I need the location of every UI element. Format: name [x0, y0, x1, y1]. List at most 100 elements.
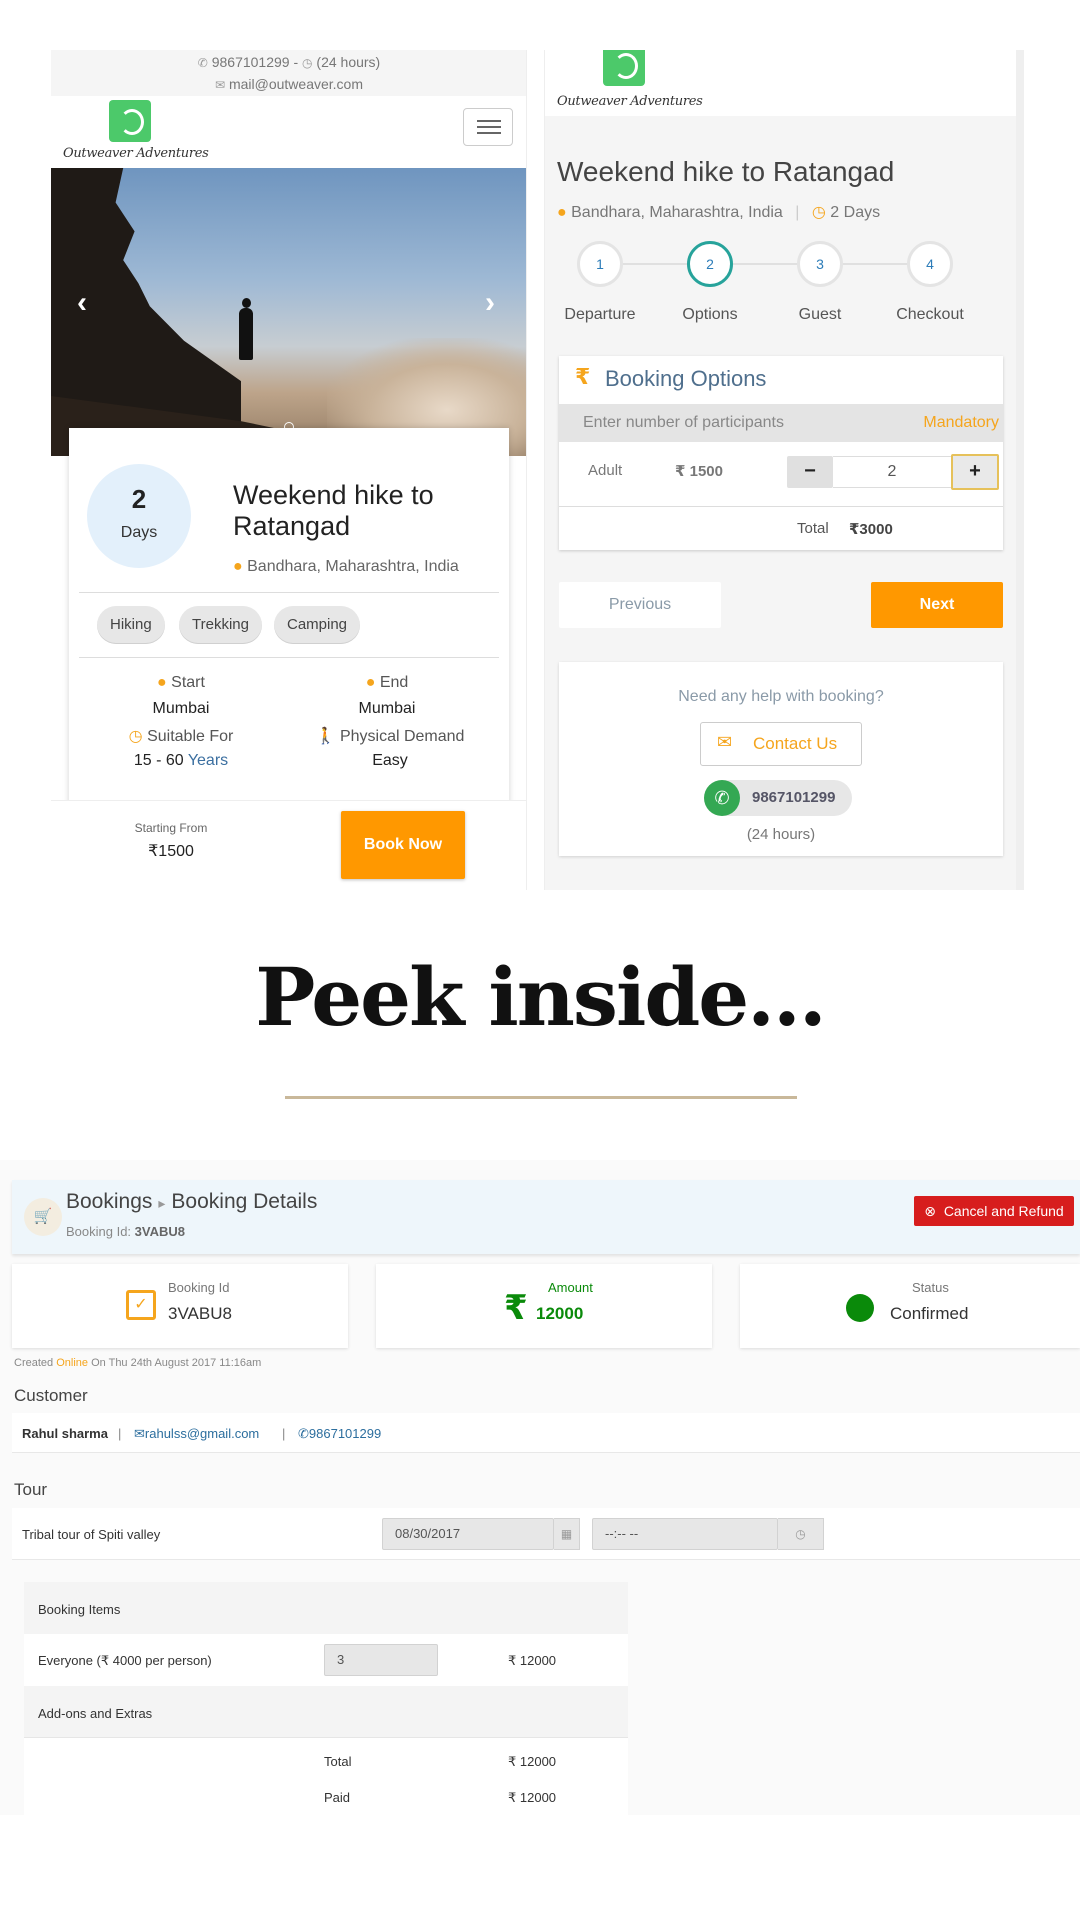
- trip-detail-screen: ✆ 9867101299 - ◷ (24 hours) ✉ mail@outwe…: [51, 50, 527, 890]
- trip-meta: ● Bandhara, Maharashtra, India | ◷ 2 Day…: [557, 204, 881, 221]
- envelope-icon: ✉: [717, 732, 733, 752]
- tag-camping[interactable]: Camping: [274, 606, 361, 644]
- topbar-email: mail@outweaver.com: [228, 76, 363, 92]
- clock-icon: ◷: [811, 204, 826, 221]
- tour-time-input[interactable]: --:-- --: [592, 1518, 778, 1550]
- topbar-hours: (24 hours): [316, 54, 381, 70]
- map-pin-icon: ●: [233, 558, 243, 575]
- hamburger-menu-button[interactable]: [463, 108, 513, 146]
- total-value: ₹ 12000: [508, 1754, 557, 1769]
- contact-us-button[interactable]: ✉ Contact Us: [700, 722, 862, 766]
- calendar-icon[interactable]: ▦: [554, 1518, 580, 1550]
- total-value: ₹3000: [849, 521, 893, 538]
- previous-button[interactable]: Previous: [559, 582, 721, 628]
- mandatory-label: Mandatory: [923, 414, 999, 431]
- trip-location-text: Bandhara, Maharashtra, India: [571, 204, 783, 221]
- duration-badge: 2 Days: [87, 464, 191, 568]
- stat-status: Status Confirmed: [740, 1264, 1080, 1348]
- booking-wizard-screen: Outweaver Adventures Weekend hike to Rat…: [544, 50, 1024, 890]
- customer-phone[interactable]: ✆9867101299: [298, 1426, 381, 1442]
- email-line[interactable]: ✉ mail@outweaver.com: [51, 74, 526, 96]
- admin-header: 🛒 Bookings ▸ Booking Details Booking Id: 3…: [12, 1180, 1080, 1254]
- step-options[interactable]: 2: [687, 241, 733, 287]
- stat-status-label: Status: [912, 1280, 949, 1295]
- book-now-button[interactable]: Book Now: [341, 811, 465, 879]
- stat-amount-label: Amount: [548, 1280, 593, 1295]
- step-departure[interactable]: 1: [577, 241, 623, 287]
- stat-booking-id-label: Booking Id: [168, 1280, 230, 1295]
- carousel-prev-icon[interactable]: ‹: [77, 286, 87, 320]
- step-connector: [843, 263, 907, 265]
- help-card: Need any help with booking? ✉ Contact Us…: [559, 662, 1003, 856]
- customer-row: Rahul sharma | ✉rahulss@gmail.com | ✆986…: [12, 1413, 1080, 1453]
- stat-amount: ₹ Amount 12000: [376, 1264, 712, 1348]
- map-pin-icon: ●: [365, 674, 376, 691]
- trip-title: Weekend hike to Ratangad: [233, 480, 434, 541]
- booking-items-header: Booking Items: [24, 1582, 628, 1634]
- booking-footer-bar: Starting From ₹1500 Book Now: [51, 800, 526, 890]
- suitable-for-value: 15 - 60 Years: [133, 752, 229, 769]
- phone-icon: ✆: [298, 1426, 309, 1441]
- breadcrumb-current: Booking Details: [171, 1190, 318, 1213]
- step-connector: [733, 263, 797, 265]
- tour-date-input[interactable]: 08/30/2017: [382, 1518, 554, 1550]
- phone-pill[interactable]: ✆ 9867101299: [704, 780, 852, 816]
- item-quantity-input[interactable]: 3: [324, 1644, 438, 1676]
- customer-section-title: Customer: [14, 1386, 88, 1405]
- customer-name: Rahul sharma: [22, 1426, 108, 1441]
- contact-us-label: Contact Us: [753, 734, 838, 753]
- suitable-for-label: ◷ Suitable For: [128, 728, 234, 745]
- phone-line[interactable]: ✆ 9867101299 - ◷ (24 hours): [51, 52, 526, 74]
- paid-label: Paid: [324, 1790, 351, 1805]
- walking-person-icon: 🚶: [315, 728, 336, 745]
- topbar-phone: 9867101299 -: [211, 54, 303, 70]
- divider: [79, 592, 499, 593]
- stat-booking-id-value: 3VABU8: [168, 1304, 232, 1323]
- adult-price: ₹ 1500: [675, 463, 723, 480]
- carousel-next-icon[interactable]: ›: [485, 286, 495, 320]
- next-button[interactable]: Next: [871, 582, 1003, 628]
- customer-email[interactable]: ✉rahulss@gmail.com: [134, 1426, 259, 1442]
- step-label-departure: Departure: [564, 306, 636, 323]
- end-label: ● End: [365, 674, 409, 691]
- brand-logo-icon[interactable]: [603, 50, 645, 86]
- starting-from-label: Starting From: [134, 821, 208, 835]
- status-dot-icon: [846, 1294, 874, 1322]
- tour-section-title: Tour: [14, 1480, 48, 1499]
- physical-demand-label: 🚶 Physical Demand: [315, 728, 465, 745]
- step-label-guest: Guest: [798, 306, 842, 323]
- tag-hiking[interactable]: Hiking: [97, 606, 165, 644]
- phone-icon: ✆: [704, 780, 740, 816]
- clock-icon: ◷: [128, 728, 143, 745]
- tag-trekking[interactable]: Trekking: [179, 606, 262, 644]
- duration-number: 2: [131, 484, 147, 514]
- hero-carousel[interactable]: ‹ ›: [51, 168, 526, 456]
- booking-options-title: Booking Options: [605, 366, 767, 391]
- site-header: Outweaver Adventures: [51, 96, 526, 168]
- cancel-and-refund-button[interactable]: ⊗ Cancel and Refund: [914, 1196, 1074, 1226]
- participants-prompt: Enter number of participants: [583, 414, 784, 431]
- step-connector: [623, 263, 687, 265]
- participants-header: Enter number of participants Mandatory: [559, 404, 1003, 442]
- breadcrumb-bookings[interactable]: Bookings: [66, 1190, 152, 1213]
- trip-location: ● Bandhara, Maharashtra, India: [233, 558, 459, 576]
- step-guest[interactable]: 3: [797, 241, 843, 287]
- decrement-button[interactable]: −: [787, 456, 833, 488]
- chevron-right-icon: ▸: [158, 1195, 166, 1211]
- brand-logo-text: Outweaver Adventures: [557, 94, 703, 109]
- trip-duration-text: 2 Days: [830, 204, 881, 221]
- clock-icon[interactable]: ◷: [778, 1518, 824, 1550]
- booking-options-card: ₹ Booking Options Enter number of partic…: [559, 356, 1003, 550]
- help-phone-number: 9867101299: [752, 789, 836, 806]
- help-question: Need any help with booking?: [678, 688, 884, 705]
- step-checkout[interactable]: 4: [907, 241, 953, 287]
- contact-topbar: ✆ 9867101299 - ◷ (24 hours) ✉ mail@outwe…: [51, 50, 526, 96]
- increment-button[interactable]: +: [951, 454, 999, 490]
- brand-logo-icon[interactable]: [109, 100, 151, 142]
- physical-demand-value: Easy: [372, 752, 408, 769]
- phone-icon: ✆: [197, 56, 208, 70]
- collage-root: ✆ 9867101299 - ◷ (24 hours) ✉ mail@outwe…: [0, 0, 1080, 1920]
- total-label: Total: [324, 1754, 352, 1769]
- end-value: Mumbai: [358, 700, 416, 717]
- quantity-input[interactable]: 2: [833, 456, 951, 488]
